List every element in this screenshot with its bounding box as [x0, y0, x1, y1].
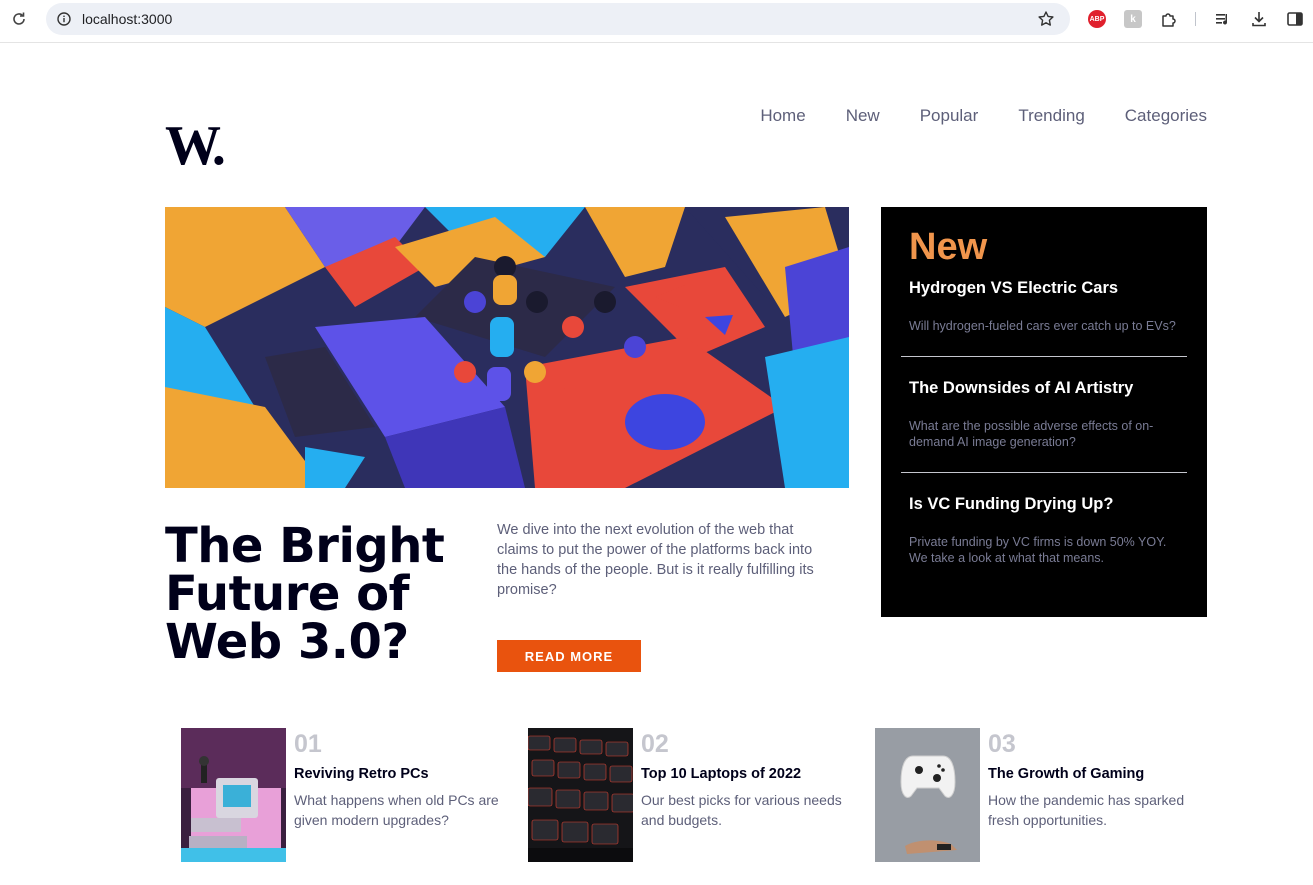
- browser-toolbar: localhost:3000 ABP k: [0, 0, 1313, 43]
- site-info-icon[interactable]: [54, 9, 74, 29]
- url-text[interactable]: localhost:3000: [82, 11, 172, 27]
- new-item-title[interactable]: Is VC Funding Drying Up?: [909, 495, 1179, 514]
- card-thumbnail[interactable]: [181, 728, 286, 862]
- card-title[interactable]: The Growth of Gaming: [988, 766, 1144, 782]
- download-icon[interactable]: [1250, 10, 1268, 28]
- hero-title: The Bright Future of Web 3.0?: [165, 518, 445, 670]
- new-item-text: Private funding by VC firms is down 50% …: [909, 535, 1167, 565]
- card-laptops[interactable]: 02 Top 10 Laptops of 2022 Our best picks…: [528, 728, 875, 862]
- card-description: How the pandemic has sparked fresh oppor…: [988, 792, 1185, 828]
- address-bar[interactable]: localhost:3000: [46, 3, 1070, 35]
- nav-home[interactable]: Home: [760, 106, 805, 126]
- new-item-title[interactable]: The Downsides of AI Artistry: [909, 379, 1179, 398]
- card-title[interactable]: Reviving Retro PCs: [294, 766, 429, 782]
- card-thumbnail[interactable]: [875, 728, 980, 862]
- card-number: 01: [294, 730, 322, 758]
- new-item[interactable]: Is VC Funding Drying Up? Private funding…: [901, 495, 1187, 566]
- media-control-icon[interactable]: [1214, 10, 1232, 28]
- side-panel-icon[interactable]: [1286, 10, 1304, 28]
- card-thumbnail[interactable]: [528, 728, 633, 862]
- card-title[interactable]: Top 10 Laptops of 2022: [641, 766, 801, 782]
- card-description: What happens when old PCs are given mode…: [294, 792, 499, 828]
- nav-popular[interactable]: Popular: [920, 106, 979, 126]
- card-number: 02: [641, 730, 669, 758]
- nav-new[interactable]: New: [846, 106, 880, 126]
- new-item[interactable]: The Downsides of AI Artistry What are th…: [901, 379, 1187, 473]
- divider: [901, 472, 1187, 473]
- toolbar-divider: [1195, 12, 1196, 26]
- extensions-puzzle-icon[interactable]: [1160, 10, 1178, 28]
- new-item-text: Will hydrogen-fueled cars ever catch up …: [909, 319, 1176, 333]
- card-gaming[interactable]: 03 The Growth of Gaming How the pandemic…: [875, 728, 1222, 862]
- adblock-extension-icon[interactable]: ABP: [1088, 10, 1106, 28]
- card-description: Our best picks for various needs and bud…: [641, 792, 842, 828]
- new-item-title[interactable]: Hydrogen VS Electric Cars: [909, 279, 1179, 298]
- nav-categories[interactable]: Categories: [1125, 106, 1207, 126]
- nav-trending[interactable]: Trending: [1018, 106, 1084, 126]
- read-more-button[interactable]: READ MORE: [497, 640, 641, 672]
- hero-image: [165, 207, 849, 488]
- main-nav: Home New Popular Trending Categories: [760, 106, 1207, 126]
- featured-cards: 01 Reviving Retro PCs What happens when …: [181, 728, 1222, 862]
- site-logo[interactable]: W.: [165, 118, 226, 174]
- card-number: 03: [988, 730, 1016, 758]
- card-retro-pcs[interactable]: 01 Reviving Retro PCs What happens when …: [181, 728, 528, 862]
- extension-icon[interactable]: k: [1124, 10, 1142, 28]
- reload-icon[interactable]: [9, 9, 29, 29]
- divider: [901, 356, 1187, 357]
- new-item-text: What are the possible adverse effects of…: [909, 419, 1154, 449]
- bookmark-star-icon[interactable]: [1036, 9, 1056, 29]
- new-articles-panel: New Hydrogen VS Electric Cars Will hydro…: [881, 207, 1207, 617]
- new-panel-heading: New: [909, 226, 988, 268]
- hero-description: We dive into the next evolution of the w…: [497, 522, 814, 598]
- new-item[interactable]: Hydrogen VS Electric Cars Will hydrogen-…: [901, 279, 1187, 357]
